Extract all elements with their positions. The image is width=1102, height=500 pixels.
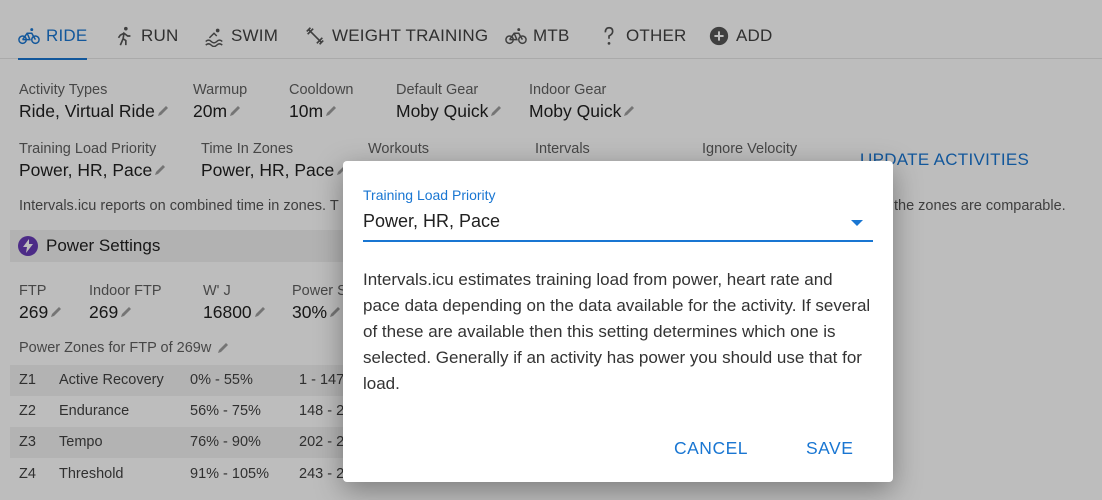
save-button[interactable]: SAVE xyxy=(806,438,853,459)
dialog-description: Intervals.icu estimates training load fr… xyxy=(363,270,871,393)
cancel-button[interactable]: CANCEL xyxy=(674,438,748,459)
chevron-down-icon[interactable] xyxy=(851,220,863,226)
training-load-priority-select[interactable]: Power, HR, Pace xyxy=(363,207,873,242)
select-value: Power, HR, Pace xyxy=(363,211,501,231)
training-load-priority-dialog: Training Load Priority Power, HR, Pace I… xyxy=(343,161,893,482)
dialog-field-label: Training Load Priority xyxy=(363,187,496,203)
